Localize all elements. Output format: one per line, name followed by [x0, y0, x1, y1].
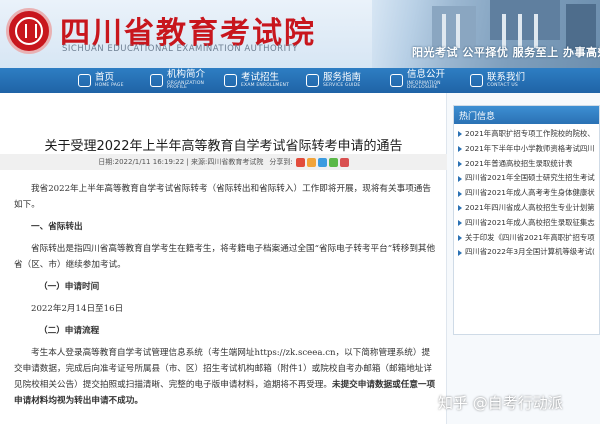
bullet-icon	[458, 131, 462, 138]
wechat-share-icon[interactable]	[328, 157, 338, 167]
article-meta: 日期:2022/1/11 16:19:22 | 来源:四川省教育考试院 分享到:	[0, 154, 447, 170]
list-item[interactable]: 四川省2021年成人高考考生身体健康状况	[458, 186, 595, 201]
nav-item-home[interactable]: 首页 HOME PAGE	[0, 68, 150, 93]
watermark: 知乎 @自考行动派	[438, 394, 563, 412]
site-header: 四川省教育考试院 SICHUAN EDUCATIONAL EXAMINATION…	[0, 0, 600, 68]
document-icon	[224, 74, 237, 87]
subsection-heading: （一）申请时间	[39, 282, 100, 292]
slogan: 阳光考试 公平择优 服务至上 办事高效	[412, 46, 600, 59]
nav-item-exam-enrollment[interactable]: 考试招生 EXAM ENROLLMENT	[218, 68, 300, 93]
qq-share-icon[interactable]	[317, 157, 327, 167]
home-icon	[78, 74, 91, 87]
nav-item-organization[interactable]: 机构简介 ORGANIZATION PROFILE	[144, 68, 218, 93]
building-icon	[150, 74, 163, 87]
hot-info-list: 2021年高职扩招专项工作院校的院校、专 2021年下半年中小学教师资格考试四川…	[454, 124, 599, 260]
list-item[interactable]: 2021年普通高校招生录取统计表	[458, 157, 595, 172]
list-item[interactable]: 关于印发《四川省2021年高职扩招专项工	[458, 231, 595, 246]
bullet-icon	[458, 220, 462, 227]
qzone-share-icon[interactable]	[306, 157, 316, 167]
info-icon	[390, 74, 403, 87]
list-item[interactable]: 2021年四川省成人高校招生专业计划第二	[458, 201, 595, 216]
list-item[interactable]: 2021年下半年中小学教师资格考试四川省	[458, 142, 595, 157]
content-area: 关于受理2022年上半年高等教育自学考试省际转考申请的通告 日期:2022/1/…	[0, 93, 600, 424]
bullet-icon	[458, 190, 462, 197]
article-title: 关于受理2022年上半年高等教育自学考试省际转考申请的通告	[44, 139, 403, 154]
subsection-text: 考生本人登录高等教育自学考试管理信息系统（考生端网址https://zk.sce…	[14, 348, 436, 406]
more-share-icon[interactable]	[339, 157, 349, 167]
subsection-text: 2022年2月14日至16日	[31, 304, 124, 314]
list-item[interactable]: 四川省2021年全国硕士研究生招生考试初	[458, 171, 595, 186]
service-icon	[306, 74, 319, 87]
bullet-icon	[458, 160, 462, 167]
subsection-heading: （二）申请流程	[39, 326, 100, 336]
contact-icon	[470, 74, 483, 87]
bullet-icon	[458, 146, 462, 153]
hot-info-panel: 热门信息 2021年高职扩招专项工作院校的院校、专 2021年下半年中小学教师资…	[453, 105, 600, 335]
article-date-source: 日期:2022/1/11 16:19:22 | 来源:四川省教育考试院	[98, 158, 264, 166]
share-label: 分享到:	[269, 158, 293, 166]
logo-seal-icon[interactable]	[6, 8, 52, 54]
bullet-icon	[458, 234, 462, 241]
bullet-icon	[458, 205, 462, 212]
list-item[interactable]: 2021年高职扩招专项工作院校的院校、专	[458, 127, 595, 142]
article-intro: 我省2022年上半年高等教育自学考试省际转考（省际转出和省际转入）工作即将开展，…	[14, 184, 431, 210]
bullet-icon	[458, 249, 462, 256]
nav-item-info-disclosure[interactable]: 信息公开 INFORMATION DISCLOSURE	[384, 68, 464, 93]
site-name-en: SICHUAN EDUCATIONAL EXAMINATION AUTHORIT…	[62, 44, 298, 54]
article: 关于受理2022年上半年高等教育自学考试省际转考申请的通告 日期:2022/1/…	[0, 93, 447, 424]
hot-info-heading: 热门信息	[454, 106, 599, 124]
list-item[interactable]: 四川省2022年3月全国计算机等级考试(N	[458, 245, 595, 260]
article-body: 我省2022年上半年高等教育自学考试省际转考（省际转出和省际转入）工作即将开展，…	[14, 181, 438, 409]
nav-item-service-guide[interactable]: 服务指南 SERVICE GUIDE	[300, 68, 384, 93]
main-nav: 首页 HOME PAGE 机构简介 ORGANIZATION PROFILE 考试招…	[0, 68, 600, 93]
bullet-icon	[458, 175, 462, 182]
section-text: 省际转出是指四川省高等教育自学考生在籍考生，将考籍电子档案通过全国“省际电子转考…	[14, 244, 436, 270]
weibo-share-icon[interactable]	[295, 157, 305, 167]
nav-item-contact[interactable]: 联系我们 CONTACT US	[464, 68, 544, 93]
section-heading: 一、省际转出	[31, 222, 83, 232]
list-item[interactable]: 四川省2021年成人高校招生录取征集志愿	[458, 216, 595, 231]
